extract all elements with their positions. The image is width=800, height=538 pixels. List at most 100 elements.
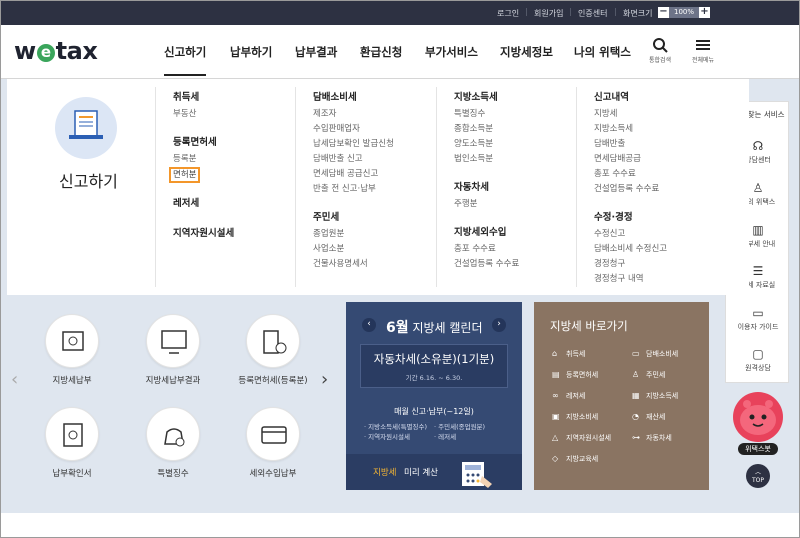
menu-heading[interactable]: 지역자원시설세 [173,225,234,239]
nav-pay-result[interactable]: 납부결과 [295,44,337,60]
chatbot-mascot[interactable] [733,392,783,442]
wetax-logo[interactable]: w e tax [14,37,98,65]
shortcut-consumption[interactable]: ▣ 지방소비세 [552,412,598,422]
local-tax-shortcut-panel: 지방세 바로가기 ⌂ 취득세 ▭ 담배소비세 ▤ 등록면허세 ♙ 주민세 ∞ 레저세 ▦ 지… [534,302,709,490]
nav-additional[interactable]: 부가서비스 [425,44,478,60]
quick-label: 납부확인서 [52,469,92,479]
nav-local-tax-info[interactable]: 지방세정보 [500,44,553,60]
sidebar-item-user-guide[interactable]: ▭ 이용자 가이드 [726,306,790,332]
menu-item[interactable]: 종합소득분 [454,122,519,137]
menu-item[interactable]: 사업소분 [313,242,394,257]
shortcut-regional-resource[interactable]: △ 지역자원시설세 [552,433,611,443]
nav-refund[interactable]: 환급신청 [360,44,402,60]
chatbot-label[interactable]: 위택스봇 [738,443,778,455]
menu-item[interactable]: 총포 수수료 [594,167,667,182]
quick-nontax-button[interactable] [246,407,300,461]
menu-heading[interactable]: 주민세 [313,209,394,223]
shortcut-label: 레저세 [566,392,586,400]
menu-item[interactable]: 담배반출 [594,137,667,152]
menu-heading[interactable]: 신고내역 [594,89,667,103]
menu-item[interactable]: 등록분 [173,152,234,167]
zoom-out-button[interactable]: − [658,7,669,18]
menu-item[interactable]: 부동산 [173,107,234,122]
zoom-in-button[interactable]: + [699,7,710,18]
menu-item[interactable]: 건물사용명세서 [313,257,394,272]
menu-heading[interactable]: 수정·경정 [594,209,667,223]
shortcut-registration[interactable]: ▤ 등록면허세 [552,370,598,380]
menu-item[interactable]: 충포 수수료 [454,242,519,257]
logo-text: tax [55,37,98,65]
sidebar-item-remote[interactable]: ▢ 원격상담 [726,347,790,373]
menu-item[interactable]: 수입판매업자 [313,122,394,137]
shortcut-income[interactable]: ▦ 지방소득세 [632,391,678,401]
quick-pay-result-button[interactable] [146,314,200,368]
shortcut-label: 재산세 [646,413,666,421]
nav-my-wetax[interactable]: 나의 위택스 [574,44,631,60]
scroll-top-button[interactable]: ︿ TOP [746,464,770,488]
menu-item[interactable]: 제조자 [313,107,394,122]
all-menu-button[interactable]: 전체메뉴 [686,37,720,64]
calendar-next-icon[interactable]: › [492,318,506,332]
menu-heading[interactable]: 등록면허세 [173,134,234,148]
tax-calculator-link[interactable]: 지방세 미리 계산 [346,454,522,490]
menu-item[interactable]: 종업원분 [313,227,394,242]
menu-item[interactable]: 담배반출 신고 [313,152,394,167]
search-label: 통합검색 [648,57,672,64]
menu-item[interactable]: 납세담보확인 발급신청 [313,137,394,152]
shortcut-education[interactable]: ◇ 지방교육세 [552,454,598,464]
menu-item[interactable]: 지방소득세 [594,122,667,137]
calendar-main-box[interactable]: 자동차세(소유분)(1기분) 기간 6.16. ~ 6.30. [360,344,508,388]
menu-item[interactable]: 담배소비세 수정신고 [594,242,667,257]
shortcut-label: 담배소비세 [646,350,679,358]
shortcut-property[interactable]: ◔ 재산세 [632,412,665,422]
menu-item[interactable]: 주행분 [454,197,519,212]
cert-center-link[interactable]: 인증센터 [578,8,607,19]
nav-report[interactable]: 신고하기 [164,44,207,76]
shortcut-acquisition[interactable]: ⌂ 취득세 [552,349,585,359]
menu-item[interactable]: 경정청구 [594,257,667,272]
quick-withholding-button[interactable] [146,407,200,461]
quick-pay-button[interactable] [45,314,99,368]
shortcut-resident[interactable]: ♙ 주민세 [632,370,665,380]
menu-item-license-highlighted[interactable]: 면허분 [169,167,201,183]
menu-heading[interactable]: 취득세 [173,89,234,103]
menu-heading[interactable]: 지방소득세 [454,89,519,103]
menu-item[interactable]: 면세담배 공급신고 [313,167,394,182]
search-button[interactable]: 통합검색 [643,37,677,64]
menu-item[interactable]: 양도소득분 [454,137,519,152]
menu-item[interactable]: 면세담배공급 [594,152,667,167]
menu-item[interactable]: 건설업등록 수수료 [454,257,519,272]
login-link[interactable]: 로그인 [497,8,519,19]
shortcut-leisure[interactable]: ∞ 레저세 [552,391,585,401]
shortcut-title: 지방세 바로가기 [550,319,628,333]
quick-label: 지방세납부결과 [145,376,201,386]
divider: | [614,7,617,16]
menu-item[interactable]: 특별징수 [454,107,519,122]
bike-icon: ∞ [552,391,559,400]
divider [155,87,156,287]
calc-label-tax: 지방세 [373,468,397,478]
shortcut-vehicle[interactable]: ⊶ 자동차세 [632,433,672,443]
menu-heading[interactable]: 레저세 [173,195,234,209]
prev-arrow-icon[interactable]: ‹ [11,369,18,390]
menu-item[interactable]: 지방세 [594,107,667,122]
quick-confirm-button[interactable] [45,407,99,461]
menu-heading[interactable]: 담배소비세 [313,89,394,103]
calendar-prev-icon[interactable]: ‹ [362,318,376,332]
sidebar-item-label: 이용자 가이드 [737,323,779,331]
menu-item[interactable]: 건설업등록 수수료 [594,182,667,197]
menu-heading[interactable]: 자동차세 [454,179,519,193]
menu-item[interactable]: 수정신고 [594,227,667,242]
mega-menu-title: 신고하기 [59,172,118,191]
zoom-control: − 100% + [658,7,710,19]
menu-item[interactable]: 반출 전 신고·납부 [313,182,394,197]
shortcut-label: 지방소비세 [566,413,599,421]
menu-heading[interactable]: 지방세외수입 [454,224,519,238]
menu-item[interactable]: 법인소득분 [454,152,519,167]
menu-item[interactable]: 경정청구 내역 [594,272,667,287]
quick-registration-button[interactable] [246,314,300,368]
signup-link[interactable]: 회원가입 [534,8,563,19]
shortcut-tobacco[interactable]: ▭ 담배소비세 [632,349,678,359]
nav-pay[interactable]: 납부하기 [230,44,272,60]
main-header: w e tax 신고하기 납부하기 납부결과 환급신청 부가서비스 지방세정보 나의… [1,25,799,79]
